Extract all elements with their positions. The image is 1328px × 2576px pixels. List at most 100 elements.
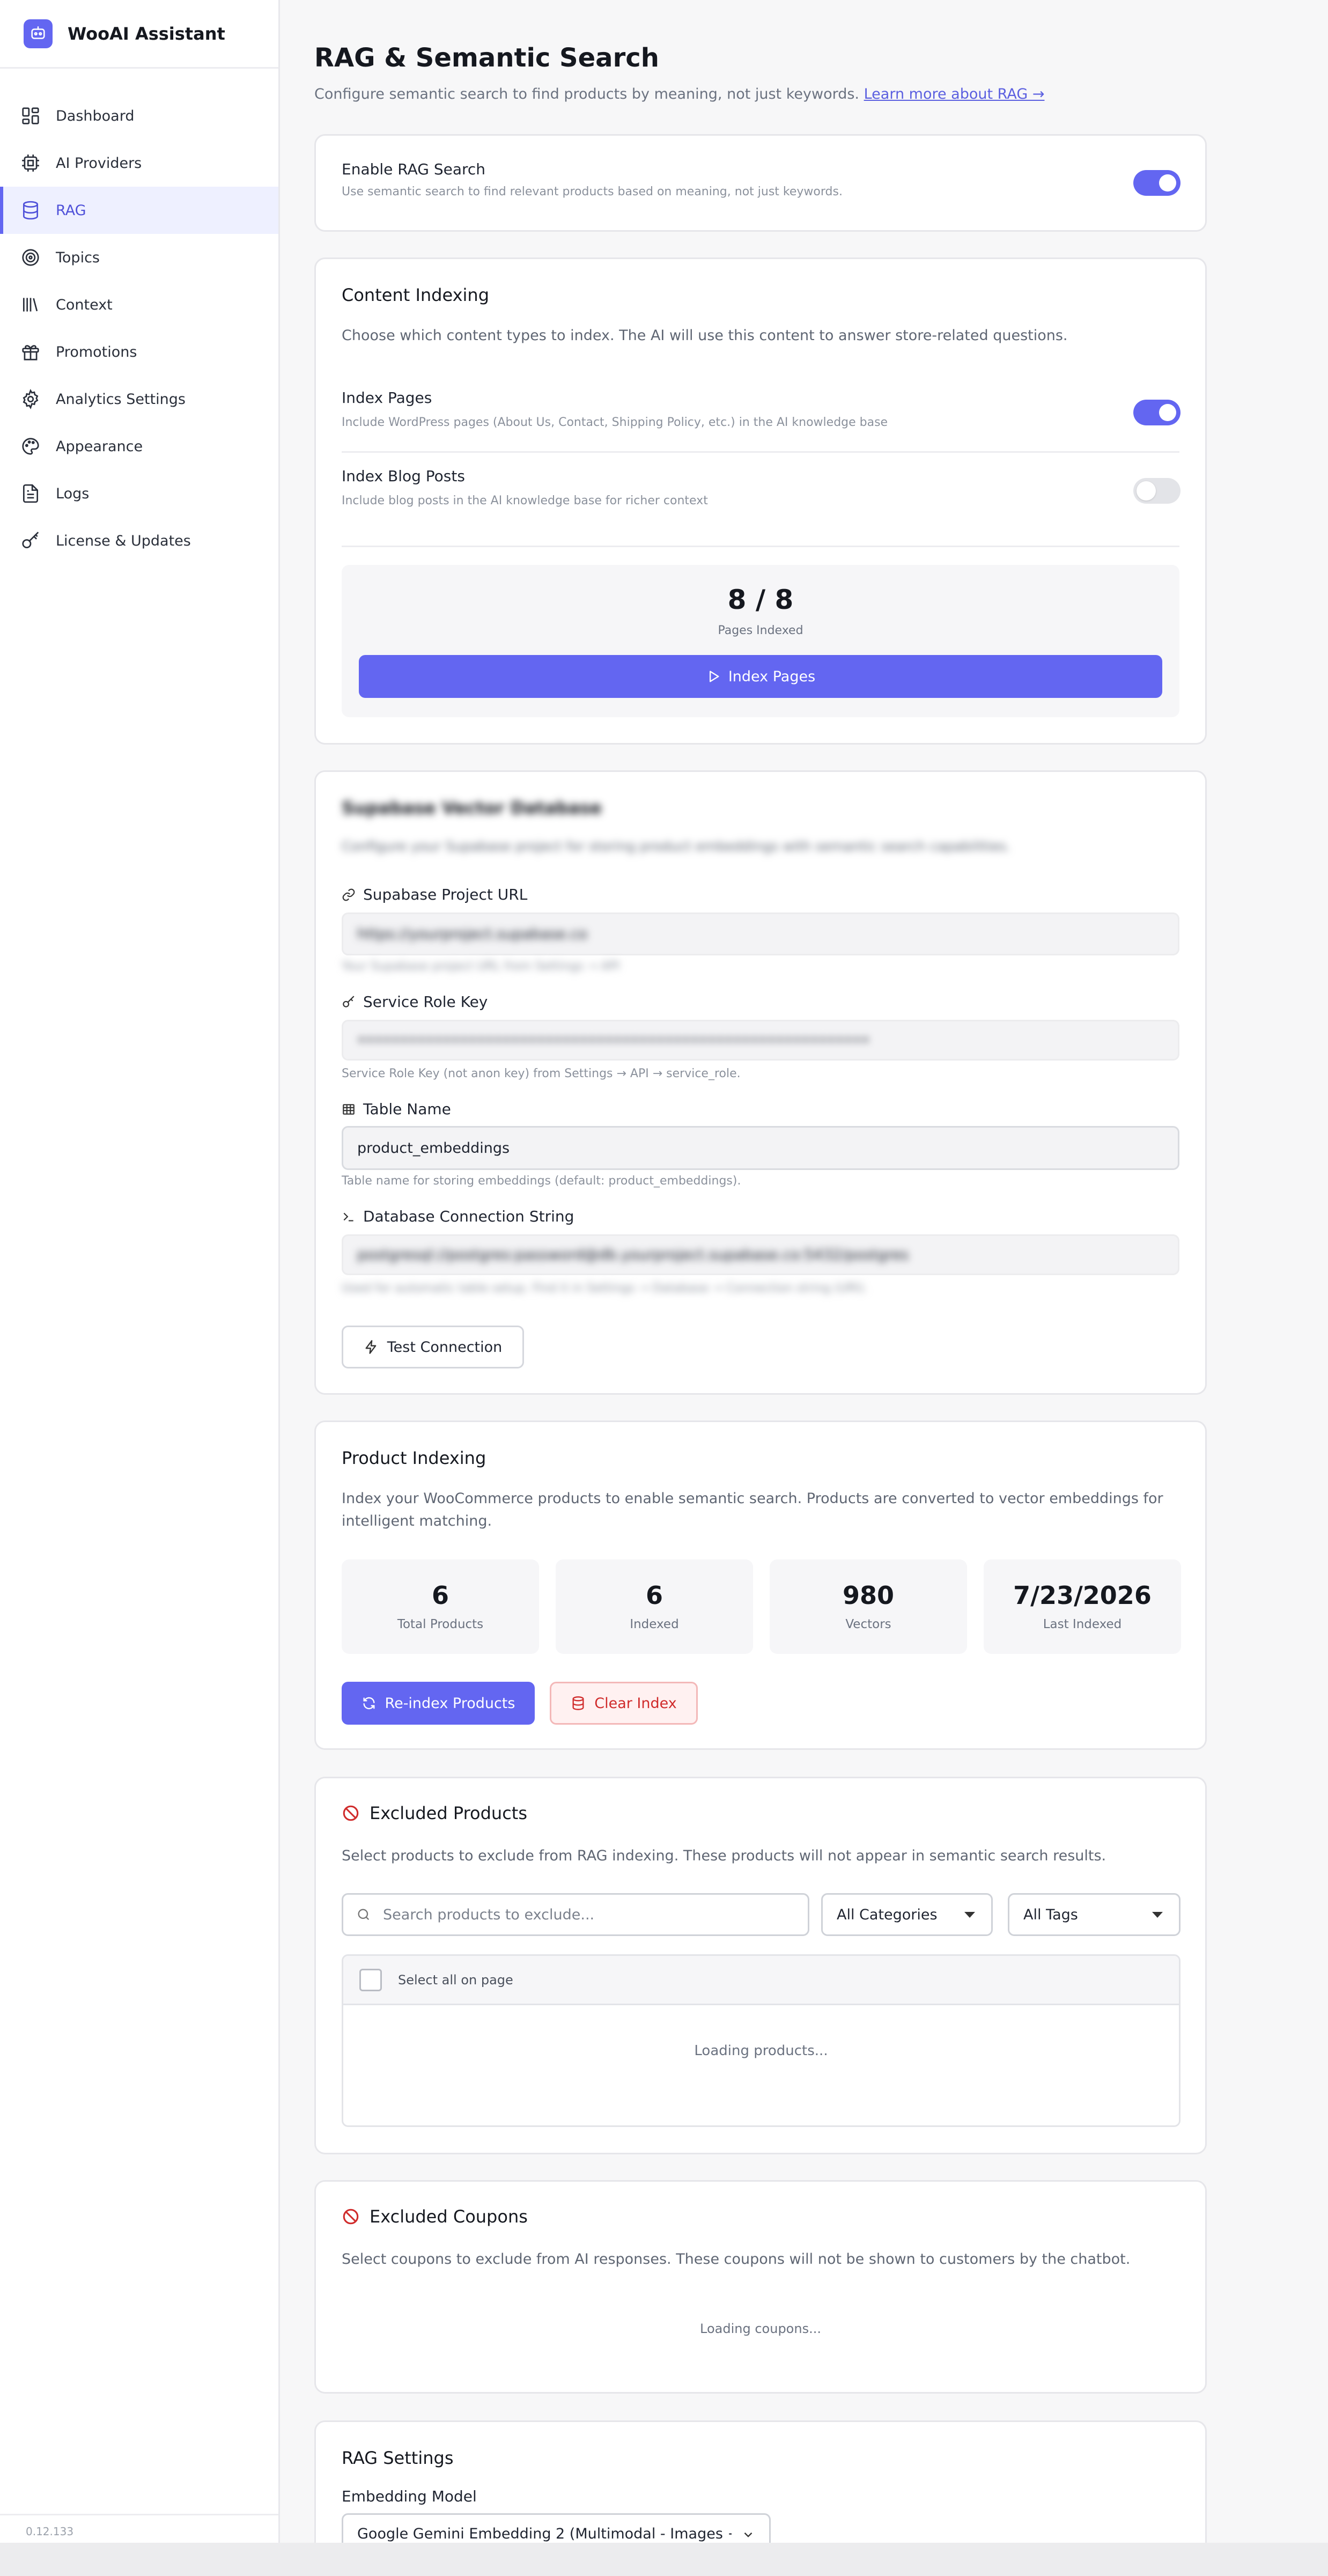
search-icon bbox=[358, 1909, 370, 1920]
enable-rag-label: Enable RAG Search bbox=[342, 160, 486, 178]
sidebar-item-label: Appearance bbox=[56, 438, 143, 455]
key-icon bbox=[343, 995, 355, 1007]
sidebar-item-label: License & Updates bbox=[56, 532, 191, 549]
sidebar-item-appearance[interactable]: Appearance bbox=[0, 423, 278, 470]
enable-rag-card: Enable RAG Search Use semantic search to… bbox=[314, 134, 1207, 232]
stat-indexed: 6 Indexed bbox=[556, 1559, 753, 1654]
sidebar-item-label: Context bbox=[56, 296, 113, 313]
stat-value: 980 bbox=[842, 1581, 895, 1610]
index-blog-toggle[interactable] bbox=[1133, 478, 1181, 504]
rag-settings-title: RAG Settings bbox=[342, 2448, 454, 2468]
sidebar-item-topics[interactable]: Topics bbox=[0, 234, 278, 281]
excluded-products-header: Excluded Products bbox=[342, 1803, 527, 1823]
target-icon bbox=[22, 249, 39, 266]
content-indexing-description: Choose which content types to index. The… bbox=[342, 327, 1068, 344]
select-all-row: Select all on page bbox=[343, 1956, 1179, 2005]
vector-db-description: Configure your Supabase project for stor… bbox=[342, 838, 1010, 854]
product-indexing-description: Index your WooCommerce products to enabl… bbox=[342, 1490, 1163, 1529]
sidebar-item-label: Logs bbox=[56, 485, 90, 502]
table-name-input[interactable]: product_embeddings bbox=[342, 1126, 1179, 1170]
file-text-icon bbox=[23, 484, 39, 503]
enable-rag-toggle[interactable] bbox=[1133, 170, 1181, 196]
index-pages-label: Index Pages bbox=[342, 389, 432, 407]
vector-db-title: Supabase Vector Database bbox=[342, 798, 602, 818]
sidebar: WooAI Assistant Dashboard AI Providers R… bbox=[0, 0, 280, 2543]
connection-string-hint: Used for automatic table setup. Find it … bbox=[342, 1282, 868, 1295]
ban-icon bbox=[343, 2209, 359, 2225]
sidebar-item-license-updates[interactable]: License & Updates bbox=[0, 517, 278, 564]
connection-string-input[interactable]: postgresql://postgres:password@db.yourpr… bbox=[342, 1234, 1179, 1275]
products-loading: Loading products... bbox=[694, 2043, 828, 2059]
service-key-label: Service Role Key bbox=[342, 993, 488, 1011]
pages-indexed-panel: 8 / 8 Pages Indexed Index Pages bbox=[342, 565, 1179, 717]
database-icon bbox=[23, 201, 39, 220]
index-pages-button[interactable]: Index Pages bbox=[359, 655, 1162, 698]
project-url-value: https://yourproject.supabase.co bbox=[357, 925, 587, 943]
stat-label: Last Indexed bbox=[1043, 1617, 1122, 1631]
project-url-input[interactable]: https://yourproject.supabase.co bbox=[342, 912, 1179, 955]
version-label: 0.12.133 bbox=[0, 2514, 278, 2543]
refresh-icon bbox=[363, 1697, 375, 1710]
gear-icon bbox=[23, 389, 39, 409]
index-blog-label: Index Blog Posts bbox=[342, 467, 465, 485]
product-search-input[interactable]: Search products to exclude... bbox=[342, 1893, 809, 1936]
enable-rag-hint: Use semantic search to find relevant pro… bbox=[342, 185, 843, 198]
table-name-hint: Table name for storing embeddings (defau… bbox=[342, 1174, 741, 1188]
chip-icon bbox=[22, 154, 39, 172]
test-connection-button-label: Test Connection bbox=[387, 1338, 503, 1356]
service-key-hint: Service Role Key (not anon key) from Set… bbox=[342, 1067, 741, 1080]
pages-indexed-label: Pages Indexed bbox=[718, 624, 803, 637]
sidebar-item-rag[interactable]: RAG bbox=[0, 187, 278, 234]
excluded-coupons-header: Excluded Coupons bbox=[342, 2206, 528, 2227]
stat-label: Vectors bbox=[845, 1617, 891, 1631]
brand: WooAI Assistant bbox=[0, 0, 278, 69]
category-filter-value: All Categories bbox=[837, 1906, 938, 1923]
product-indexing-title: Product Indexing bbox=[342, 1448, 486, 1468]
sidebar-item-context[interactable]: Context bbox=[0, 281, 278, 328]
index-pages-toggle[interactable] bbox=[1133, 400, 1181, 425]
sidebar-item-promotions[interactable]: Promotions bbox=[0, 328, 278, 376]
connection-string-value: postgresql://postgres:password@db.yourpr… bbox=[357, 1246, 909, 1263]
sidebar-item-ai-providers[interactable]: AI Providers bbox=[0, 139, 278, 187]
sidebar-item-logs[interactable]: Logs bbox=[0, 470, 278, 517]
select-all-label: Select all on page bbox=[398, 1972, 513, 1988]
library-icon bbox=[23, 298, 38, 312]
key-icon bbox=[22, 532, 39, 549]
vector-db-card: Supabase Vector Database Configure your … bbox=[314, 770, 1207, 1395]
table-icon bbox=[343, 1103, 355, 1115]
sidebar-item-dashboard[interactable]: Dashboard bbox=[0, 92, 278, 139]
window-bottom-bar bbox=[0, 2543, 1328, 2576]
excluded-products-card: Excluded Products Select products to exc… bbox=[314, 1777, 1207, 2154]
select-all-checkbox[interactable] bbox=[359, 1968, 382, 1991]
link-icon bbox=[342, 888, 355, 901]
table-name-label: Table Name bbox=[342, 1100, 451, 1118]
learn-more-link[interactable]: Learn more about RAG → bbox=[864, 86, 1045, 102]
project-url-label-text: Supabase Project URL bbox=[363, 886, 528, 903]
embedding-model-label: Embedding Model bbox=[342, 2487, 477, 2505]
coupons-loading: Loading coupons... bbox=[700, 2321, 821, 2336]
sidebar-item-analytics-settings[interactable]: Analytics Settings bbox=[0, 376, 278, 423]
divider bbox=[342, 451, 1179, 453]
product-indexing-card: Product Indexing Index your WooCommerce … bbox=[314, 1421, 1207, 1750]
chevron-down-icon bbox=[741, 2528, 755, 2542]
reindex-products-button[interactable]: Re-index Products bbox=[342, 1682, 535, 1725]
clear-index-button-label: Clear Index bbox=[594, 1695, 677, 1712]
index-pages-hint: Include WordPress pages (About Us, Conta… bbox=[342, 416, 888, 429]
sidebar-item-label: Analytics Settings bbox=[56, 391, 186, 408]
test-connection-button[interactable]: Test Connection bbox=[342, 1326, 524, 1368]
clear-index-button[interactable]: Clear Index bbox=[550, 1682, 698, 1725]
palette-icon bbox=[22, 438, 39, 455]
excluded-coupons-title: Excluded Coupons bbox=[370, 2206, 528, 2227]
category-filter-select[interactable]: All Categories bbox=[821, 1893, 993, 1936]
excluded-products-title: Excluded Products bbox=[370, 1803, 528, 1823]
service-key-input[interactable]: ••••••••••••••••••••••••••••••••••••••••… bbox=[342, 1020, 1179, 1061]
play-icon bbox=[709, 671, 719, 682]
gift-icon bbox=[22, 345, 39, 360]
stat-total-products: 6 Total Products bbox=[342, 1559, 539, 1654]
page-subtitle: Configure semantic search to find produc… bbox=[314, 86, 1044, 102]
content-indexing-title: Content Indexing bbox=[342, 285, 490, 305]
products-list: Select all on page Loading products... bbox=[342, 1954, 1181, 2127]
project-url-hint: Your Supabase project URL from Settings … bbox=[342, 960, 620, 973]
tag-filter-select[interactable]: All Tags bbox=[1008, 1893, 1181, 1936]
project-url-label: Supabase Project URL bbox=[342, 886, 527, 903]
